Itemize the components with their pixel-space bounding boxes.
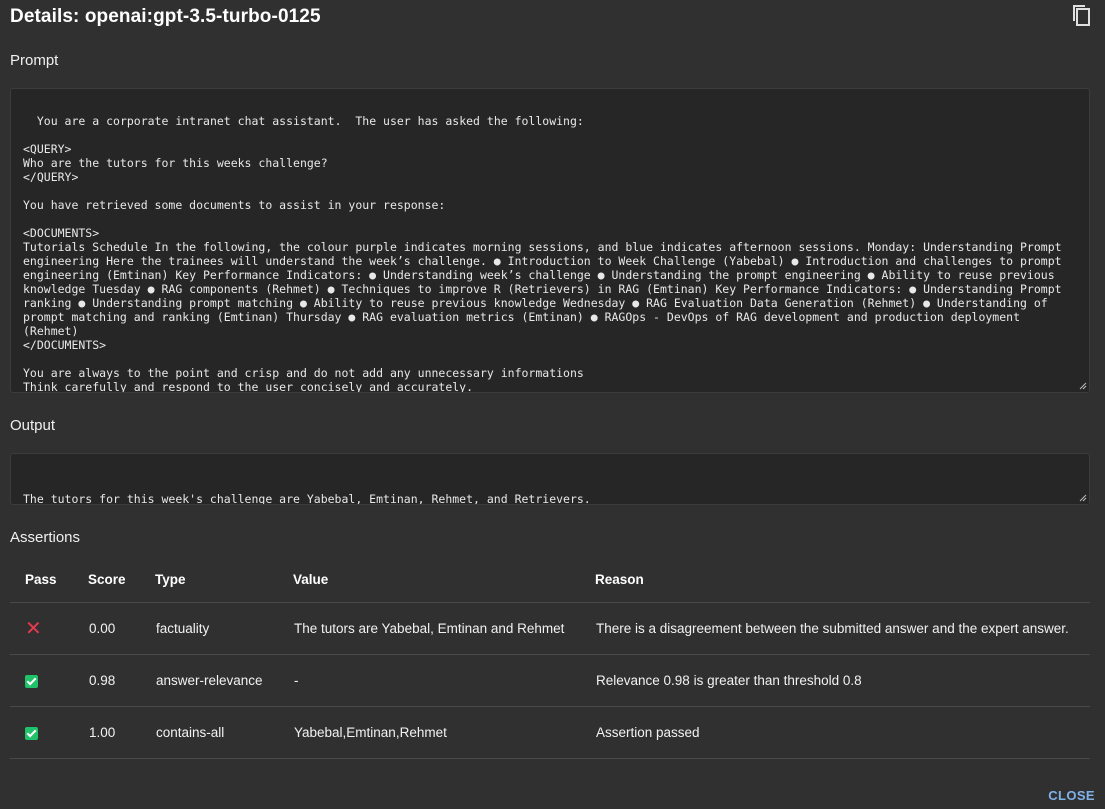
resize-grip-icon[interactable] [1079, 382, 1087, 390]
column-header-score: Score [88, 557, 155, 603]
close-button[interactable]: CLOSE [1048, 788, 1095, 803]
column-header-reason: Reason [595, 557, 1090, 603]
reason-cell: Assertion passed [595, 706, 1090, 759]
pass-check-icon [25, 726, 38, 740]
score-cell: 1.00 [88, 706, 155, 759]
table-header-row: Pass Score Type Value Reason [10, 557, 1090, 603]
column-header-type: Type [155, 557, 293, 603]
assertions-label: Assertions [10, 529, 81, 546]
type-cell: factuality [155, 602, 293, 655]
value-cell: - [293, 654, 595, 707]
table-row: 1.00 contains-all Yabebal,Emtinan,Rehmet… [10, 706, 1090, 759]
prompt-text: You are a corporate intranet chat assist… [23, 114, 1062, 393]
pass-check-icon [25, 674, 38, 688]
resize-grip-icon[interactable] [1079, 494, 1087, 502]
output-text: The tutors for this week's challenge are… [23, 492, 591, 505]
prompt-textarea[interactable]: You are a corporate intranet chat assist… [10, 88, 1090, 393]
score-cell: 0.00 [88, 602, 155, 655]
output-label: Output [10, 417, 56, 434]
table-row: 0.98 answer-relevance - Relevance 0.98 i… [10, 654, 1090, 707]
dialog-title: Details: openai:gpt-3.5-turbo-0125 [10, 6, 321, 27]
pass-cell [10, 654, 88, 707]
reason-cell: There is a disagreement between the subm… [595, 602, 1090, 655]
assertions-table: Pass Score Type Value Reason ✕ 0.00 fact… [10, 557, 1090, 759]
value-cell: Yabebal,Emtinan,Rehmet [293, 706, 595, 759]
table-row: ✕ 0.00 factuality The tutors are Yabebal… [10, 602, 1090, 655]
fail-x-icon: ✕ [25, 617, 42, 640]
reason-cell: Relevance 0.98 is greater than threshold… [595, 654, 1090, 707]
copy-button[interactable] [1071, 4, 1093, 28]
score-cell: 0.98 [88, 654, 155, 707]
type-cell: answer-relevance [155, 654, 293, 707]
output-textarea[interactable]: The tutors for this week's challenge are… [10, 453, 1090, 505]
value-cell: The tutors are Yabebal, Emtinan and Rehm… [293, 602, 595, 655]
column-header-pass: Pass [10, 557, 88, 603]
copy-icon [1073, 5, 1090, 26]
pass-cell: ✕ [10, 602, 88, 655]
type-cell: contains-all [155, 706, 293, 759]
pass-cell [10, 706, 88, 759]
prompt-label: Prompt [10, 52, 59, 69]
column-header-value: Value [293, 557, 595, 603]
